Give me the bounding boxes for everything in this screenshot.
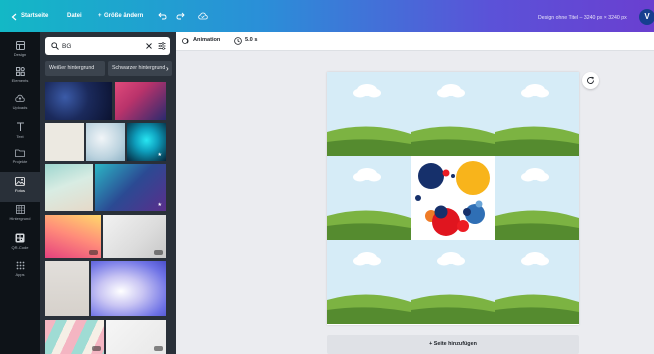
video-badge-icon: [92, 346, 101, 351]
clear-search-icon[interactable]: [146, 43, 152, 49]
landscape-tile[interactable]: [327, 240, 411, 324]
resize-plus-icon: +: [98, 13, 102, 19]
rail-label-photos: Fotos: [14, 188, 25, 193]
chip-black-background[interactable]: Schwarzer hintergrund: [108, 61, 172, 76]
chip-white-background[interactable]: Weißer hintergrund: [45, 61, 105, 76]
landscape-tile[interactable]: [327, 156, 411, 240]
add-page-button[interactable]: + Seite hinzufügen: [327, 335, 579, 354]
photo-thumbnail-blue-purple-gradient[interactable]: ★: [95, 164, 166, 211]
duration-button[interactable]: 5.0 s: [245, 37, 257, 43]
video-badge-icon: [154, 250, 163, 255]
layout-icon: [15, 41, 25, 50]
landscape-tile[interactable]: [495, 156, 579, 240]
canvas-area: Animation 5.0 s + Seite hinzufügen: [176, 32, 654, 354]
landscape-tile[interactable]: [495, 72, 579, 156]
landscape-tile[interactable]: [411, 72, 495, 156]
photos-panel: Weißer hintergrund Schwarzer hintergrund…: [40, 32, 176, 354]
shapes-icon: [15, 67, 25, 76]
design-page[interactable]: [327, 72, 579, 325]
regenerate-button[interactable]: [582, 72, 599, 89]
top-toolbar: Startseite Datei + Größe ändern Design o…: [0, 0, 654, 32]
photo-thumbnail-pastel-stripes[interactable]: [45, 320, 104, 354]
landscape-tile[interactable]: [411, 240, 495, 324]
photo-thumbnail-starry-sky[interactable]: [45, 82, 112, 120]
redo-icon[interactable]: [176, 12, 185, 20]
landscape-tile[interactable]: [495, 240, 579, 324]
chevron-left-icon[interactable]: [11, 13, 17, 21]
clock-icon: [234, 37, 242, 45]
animation-button[interactable]: Animation: [193, 37, 220, 43]
rail-item-photos[interactable]: Fotos: [0, 172, 40, 202]
text-icon: [16, 122, 24, 131]
rail-label-text: Text: [16, 134, 24, 139]
photo-thumbnail-concrete[interactable]: [45, 261, 89, 316]
cloud-saved-icon: [198, 12, 208, 20]
rail-item-background[interactable]: Hintergrund: [0, 200, 40, 230]
rail-label-uploads: Uploads: [12, 105, 28, 110]
photo-thumbnail-pink-gradient[interactable]: [115, 82, 166, 120]
left-nav-rail: Design Elements Uploads Text Projekte Fo…: [0, 32, 40, 354]
file-menu[interactable]: Datei: [67, 11, 82, 21]
chips-scroll-right-icon[interactable]: ›: [166, 64, 169, 73]
premium-star-icon: ★: [157, 202, 162, 208]
document-title[interactable]: Design ohne Titel – 3240 px × 3240 px: [538, 15, 627, 21]
photo-thumbnail-paper[interactable]: [45, 123, 84, 161]
rail-label-apps: Apps: [15, 272, 25, 277]
photo-icon: [15, 177, 25, 186]
photo-thumbnail-watercolor[interactable]: [86, 123, 125, 161]
rail-item-apps[interactable]: Apps: [0, 256, 40, 286]
photo-thumbnail-white-marble[interactable]: [106, 320, 166, 354]
search-input[interactable]: [62, 39, 132, 53]
landscape-tile[interactable]: [327, 72, 411, 156]
rail-item-qr-code[interactable]: QR-Code: [0, 228, 40, 258]
rail-label-projects: Projekte: [12, 159, 28, 164]
apps-grid-icon: [16, 261, 24, 270]
photo-thumbnail-marble[interactable]: [103, 215, 166, 258]
home-button[interactable]: Startseite: [21, 11, 48, 21]
filter-sliders-icon[interactable]: [158, 42, 166, 50]
search-box: [45, 37, 170, 55]
video-badge-icon: [154, 346, 163, 351]
folder-icon: [15, 149, 25, 157]
rail-label-qr-code: QR-Code: [11, 245, 29, 250]
photo-thumbnail-cyan-glow[interactable]: ★: [127, 123, 166, 161]
suggestion-chips: Weißer hintergrund Schwarzer hintergrund: [45, 61, 175, 77]
rail-label-elements: Elements: [11, 78, 29, 83]
user-avatar[interactable]: V: [639, 9, 654, 25]
rail-item-elements[interactable]: Elements: [0, 62, 40, 92]
refresh-icon: [587, 76, 594, 84]
photo-thumbnail-blur-gradient[interactable]: [91, 261, 166, 316]
search-icon: [51, 42, 59, 50]
pattern-icon: [15, 205, 25, 214]
rail-item-uploads[interactable]: Uploads: [0, 89, 40, 119]
editor-subbar: Animation 5.0 s: [176, 32, 654, 51]
rail-label-design: Design: [13, 52, 27, 57]
resize-button[interactable]: Größe ändern: [104, 11, 143, 21]
animation-icon: [182, 38, 189, 44]
qr-code-icon: [15, 233, 25, 243]
undo-icon[interactable]: [158, 12, 167, 20]
video-badge-icon: [89, 250, 98, 255]
rail-item-text[interactable]: Text: [0, 117, 40, 147]
premium-star-icon: ★: [157, 152, 162, 158]
upload-cloud-icon: [15, 94, 25, 102]
rail-item-projects[interactable]: Projekte: [0, 144, 40, 174]
photo-thumbnail-sunset-gradient[interactable]: [45, 215, 101, 258]
editor-app: Startseite Datei + Größe ändern Design o…: [0, 0, 654, 354]
circles-graphic-tile[interactable]: [411, 156, 495, 240]
photo-thumbnail-mint-texture[interactable]: [45, 164, 93, 211]
rail-label-background: Hintergrund: [9, 216, 31, 221]
